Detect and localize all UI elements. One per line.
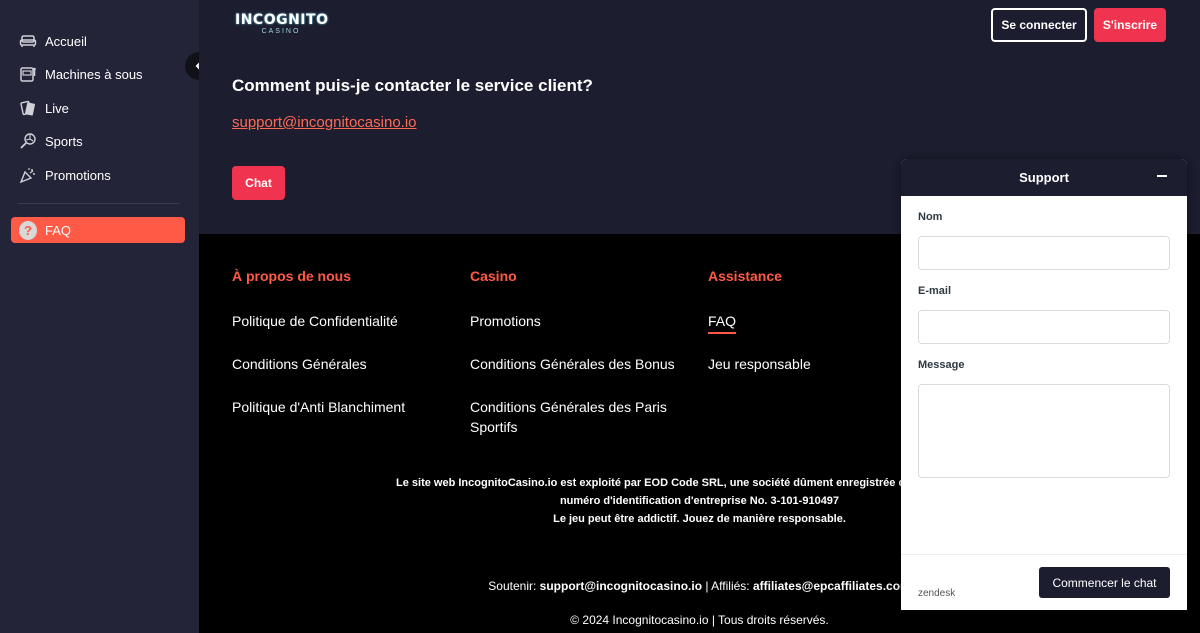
zendesk-logo[interactable]: zendesk	[918, 588, 955, 599]
logo[interactable]: INCOGNITO CASINO	[235, 12, 328, 36]
top-header: INCOGNITO CASINO Se connecter S'inscrire	[199, 0, 1200, 52]
footer-column-assistance: Assistance FAQ Jeu responsable	[708, 268, 928, 397]
name-input[interactable]	[918, 236, 1170, 270]
sidebar-item-faq[interactable]: ? FAQ	[11, 217, 185, 243]
sports-ball-icon	[19, 132, 37, 150]
footer-link-privacy[interactable]: Politique de Confidentialité	[232, 311, 452, 331]
login-button[interactable]: Se connecter	[991, 8, 1087, 42]
widget-header: Support	[901, 159, 1187, 196]
widget-title: Support	[1019, 170, 1069, 185]
footer-affiliates-email[interactable]: affiliates@epcaffiliates.com	[753, 579, 911, 593]
footer-column-about: À propos de nous Politique de Confidenti…	[232, 268, 452, 440]
footer-link-terms[interactable]: Conditions Générales	[232, 354, 452, 374]
sofa-icon	[19, 32, 37, 50]
signup-button[interactable]: S'inscrire	[1094, 8, 1166, 42]
sidebar-divider	[18, 203, 180, 204]
sidebar-item-label: Live	[45, 100, 69, 116]
copyright: © 2024 Incognitocasino.io | Tous droits …	[570, 613, 829, 627]
footer-link-aml[interactable]: Politique d'Anti Blanchiment	[232, 397, 452, 417]
name-label: Nom	[918, 211, 943, 223]
sidebar-item-machines[interactable]: Machines à sous	[11, 61, 185, 87]
chat-button[interactable]: Chat	[232, 166, 285, 200]
message-label: Message	[918, 359, 965, 371]
footer-support-email[interactable]: support@incognitocasino.io	[540, 579, 702, 593]
widget-footer: zendesk Commencer le chat	[901, 554, 1187, 610]
cards-icon	[19, 99, 37, 117]
footer-link-bonus-terms[interactable]: Conditions Générales des Bonus	[470, 354, 690, 374]
widget-form: Nom E-mail Message	[901, 211, 1187, 478]
support-email-link[interactable]: support@incognitocasino.io	[232, 114, 417, 131]
party-popper-icon	[19, 166, 37, 184]
sidebar-item-sports[interactable]: Sports	[11, 128, 185, 154]
support-widget: Support Nom E-mail Message zendesk Comme…	[901, 159, 1187, 610]
email-label: E-mail	[918, 285, 952, 297]
footer-heading: Assistance	[708, 268, 782, 284]
footer-link-responsible[interactable]: Jeu responsable	[708, 354, 928, 374]
sidebar-item-live[interactable]: Live	[11, 95, 185, 121]
faq-question: Comment puis-je contacter le service cli…	[232, 76, 593, 95]
slot-machine-icon	[19, 65, 37, 83]
sidebar-item-label: Sports	[45, 133, 83, 149]
footer-heading: Casino	[470, 268, 517, 284]
question-icon: ?	[19, 220, 37, 240]
sidebar-item-label: FAQ	[45, 222, 72, 238]
message-textarea[interactable]	[918, 384, 1170, 478]
minimize-icon[interactable]	[1155, 169, 1169, 183]
sidebar-item-promotions[interactable]: Promotions	[11, 162, 185, 188]
footer-link-promotions[interactable]: Promotions	[470, 311, 690, 331]
sidebar-item-accueil[interactable]: Accueil	[11, 28, 185, 54]
start-chat-button[interactable]: Commencer le chat	[1039, 567, 1170, 598]
sidebar-item-label: Accueil	[45, 33, 87, 49]
sidebar: Accueil Machines à sous Live Sports Prom…	[0, 0, 199, 633]
sidebar-item-label: Promotions	[45, 167, 111, 183]
footer-heading: À propos de nous	[232, 268, 351, 284]
footer-link-faq[interactable]: FAQ	[708, 311, 928, 334]
footer-link-sports-terms[interactable]: Conditions Générales des Paris Sportifs	[470, 397, 690, 437]
footer-column-casino: Casino Promotions Conditions Générales d…	[470, 268, 690, 460]
sidebar-item-label: Machines à sous	[45, 66, 143, 82]
email-input[interactable]	[918, 310, 1170, 344]
